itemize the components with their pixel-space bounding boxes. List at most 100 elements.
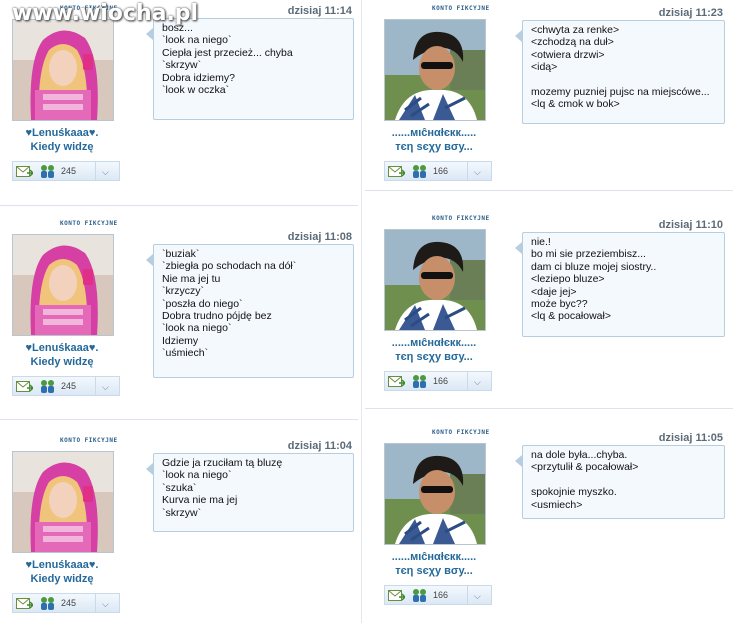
message-line: <daje jej> (531, 285, 577, 298)
user-avatar[interactable] (384, 19, 486, 121)
message-card: KONTO FIKCYJNE ♥Lenuśkaaa♥. Kiedy widzę 245… (0, 215, 362, 420)
username-line-2: Kiedy widzę (30, 141, 94, 153)
message-timestamp: dzisiaj 11:10 (658, 219, 723, 231)
username-line-1: ......мιĉнαłєкк..... (391, 551, 477, 563)
message-card: KONTO FIKCYJNE ......мιĉнαłєкк..... тєη ѕє… (368, 424, 730, 629)
user-toolbar: 166 ⌵ (384, 371, 492, 391)
username-link[interactable]: ......мιĉнαłєкк..... тєη ѕєχу вσу... (374, 336, 494, 364)
fans-icon[interactable] (39, 164, 57, 178)
message-line: `look na niego` (162, 322, 232, 335)
fake-account-badge: KONTO FIKCYJNE (432, 215, 490, 222)
message-card: KONTO FIKCYJNE ......мιĉнαłєкк..... тєη ѕє… (368, 0, 730, 205)
fake-account-badge: KONTO FIKCYJNE (432, 5, 490, 12)
message-timestamp: dzisiaj 11:05 (658, 432, 723, 444)
user-toolbar: 245 ⌵ (12, 376, 120, 396)
username-link[interactable]: ♥Lenuśkaaa♥. Kiedy widzę (2, 126, 122, 154)
fans-icon[interactable] (411, 164, 429, 178)
chevron-down-icon[interactable]: ⌵ (474, 377, 481, 388)
user-avatar[interactable] (384, 443, 486, 545)
message-line: na dole była...chyba. (531, 449, 628, 461)
username-link[interactable]: ♥Lenuśkaaa♥. Kiedy widzę (2, 341, 122, 369)
user-avatar[interactable] (384, 229, 486, 331)
fans-count: 245 (61, 166, 77, 176)
username-line-1: ......мιĉнαłєкк..... (391, 337, 477, 349)
toolbar-divider (467, 372, 468, 390)
message-line: `look w oczka` (162, 84, 230, 97)
chevron-down-icon[interactable]: ⌵ (102, 599, 109, 610)
message-bubble: <chwyta za renke> <zchodzą na duł> <otwier… (522, 20, 725, 124)
user-avatar[interactable] (12, 234, 114, 336)
fans-count: 166 (433, 166, 449, 176)
message-line: <usmiech> (531, 498, 583, 511)
send-message-icon[interactable] (388, 589, 407, 601)
send-message-icon[interactable] (16, 597, 35, 609)
send-message-icon[interactable] (388, 165, 407, 177)
username-line-2: тєη ѕєχу вσу... (395, 141, 473, 153)
message-line: <przytulił & pocałował> (531, 461, 639, 474)
message-timestamp: dzisiaj 11:08 (287, 231, 352, 243)
message-line (531, 74, 716, 86)
chevron-down-icon[interactable]: ⌵ (474, 591, 481, 602)
bubble-tail (515, 242, 522, 254)
username-line-1: ♥Lenuśkaaa♥. (25, 342, 99, 354)
fans-icon[interactable] (411, 588, 429, 602)
send-message-icon[interactable] (388, 375, 407, 387)
toolbar-divider (95, 162, 96, 180)
message-timestamp: dzisiaj 11:04 (287, 440, 352, 452)
toolbar-divider (95, 377, 96, 395)
username-line-1: ♥Lenuśkaaa♥. (25, 559, 99, 571)
message-line: Dobra idziemy? (162, 71, 235, 84)
fans-icon[interactable] (411, 374, 429, 388)
message-line: Kurva nie ma jej (162, 494, 238, 507)
fans-count: 166 (433, 376, 449, 386)
user-toolbar: 166 ⌵ (384, 161, 492, 181)
message-line: może byc?? (531, 298, 588, 311)
toolbar-divider (95, 594, 96, 612)
message-line: Dobra trudno pójdę bez (162, 310, 272, 323)
fans-icon[interactable] (39, 379, 57, 393)
toolbar-divider (467, 586, 468, 604)
message-bubble: bosz... `look na niego` Ciepła jest przeci… (153, 18, 354, 120)
message-line: mozemy puzniej pujsc na miejscówe... (531, 86, 710, 99)
user-avatar[interactable] (12, 19, 114, 121)
toolbar-divider (467, 162, 468, 180)
watermark-logo: www.wiocha.pl (12, 1, 199, 26)
chevron-down-icon[interactable]: ⌵ (102, 382, 109, 393)
message-line: <idą> (531, 61, 558, 74)
fans-count: 245 (61, 381, 77, 391)
message-line: `szuka` (162, 481, 197, 494)
message-timestamp: dzisiaj 11:14 (287, 5, 352, 17)
message-line: `krzyczy` (162, 285, 204, 298)
user-toolbar: 245 ⌵ (12, 161, 120, 181)
chevron-down-icon[interactable]: ⌵ (474, 167, 481, 178)
message-line: Nie ma jej tu (162, 272, 221, 285)
message-line: dam ci bluze mojej siostry.. (531, 260, 657, 273)
message-bubble: na dole była...chyba. <przytulił & pocało… (522, 445, 725, 519)
username-line-2: Kiedy widzę (30, 573, 94, 585)
fake-account-badge: KONTO FIKCYJNE (432, 429, 490, 436)
fans-icon[interactable] (39, 596, 57, 610)
message-line: spokojnie myszko. (531, 486, 617, 499)
message-line: `look na niego` (162, 34, 232, 47)
message-line: `buziak` (162, 248, 200, 260)
chevron-down-icon[interactable]: ⌵ (102, 167, 109, 178)
username-link[interactable]: ......мιĉнαłєкк..... тєη ѕєχу вσу... (374, 550, 494, 578)
message-timestamp: dzisiaj 11:23 (658, 7, 723, 19)
send-message-icon[interactable] (16, 380, 35, 392)
user-avatar[interactable] (12, 451, 114, 553)
user-toolbar: 245 ⌵ (12, 593, 120, 613)
fans-count: 245 (61, 598, 77, 608)
message-line: `zbiegła po schodach na dół` (162, 260, 297, 273)
message-line: Idziemy (162, 334, 199, 347)
message-line: <chwyta za renke> (531, 24, 620, 36)
message-line: Ciepła jest przecież... chyba (162, 46, 293, 59)
username-line-1: ♥Lenuśkaaa♥. (25, 127, 99, 139)
bubble-tail (146, 28, 153, 40)
send-message-icon[interactable] (16, 165, 35, 177)
message-bubble: nie.! bo mi sie przeziembisz... dam ci blu… (522, 232, 725, 337)
message-line: <zchodzą na duł> (531, 36, 614, 49)
username-link[interactable]: ......мιĉнαłєкк..... тєη ѕєχу вσу... (374, 126, 494, 154)
username-link[interactable]: ♥Lenuśkaaa♥. Kiedy widzę (2, 558, 122, 586)
message-line: Gdzie ja rzuciłam tą bluzę (162, 457, 283, 469)
message-line: <otwiera drzwi> (531, 48, 605, 61)
